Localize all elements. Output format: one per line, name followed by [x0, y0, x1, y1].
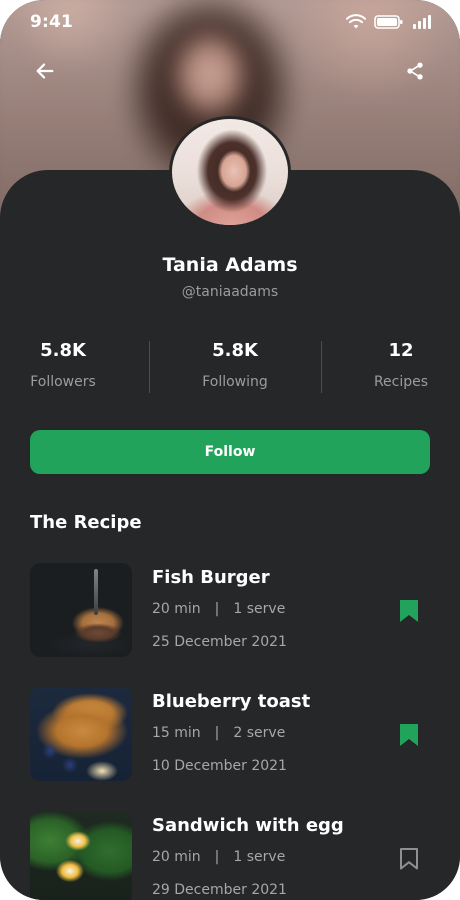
arrow-left-icon	[34, 60, 56, 86]
stat-following[interactable]: 5.8K Following	[160, 338, 310, 390]
meta-separator: |	[214, 725, 220, 741]
recipe-title[interactable]: Fish Burger	[152, 567, 270, 588]
phone-screen: 9:41 Tania Adams @taniaadams 5.8K Follow…	[0, 0, 460, 900]
share-button[interactable]	[402, 60, 428, 86]
stat-value: 12	[388, 340, 414, 361]
recipe-thumbnail[interactable]	[30, 811, 132, 900]
stat-value: 5.8K	[212, 340, 258, 361]
stat-label: Following	[202, 374, 268, 390]
battery-icon	[374, 14, 404, 34]
recipe-title[interactable]: Blueberry toast	[152, 691, 310, 712]
recipe-date: 10 December 2021	[152, 758, 287, 774]
top-navigation	[0, 60, 460, 92]
thumbnail-detail	[94, 569, 98, 615]
recipe-meta: 20 min | 1 serve	[152, 849, 285, 865]
stat-recipes[interactable]: 12 Recipes	[326, 338, 460, 390]
stat-label: Followers	[30, 374, 96, 390]
status-time: 9:41	[30, 12, 74, 32]
section-title: The Recipe	[30, 512, 142, 533]
recipe-serve: 2 serve	[233, 725, 286, 741]
recipe-item-sandwich-with-egg[interactable]: Sandwich with egg 20 min | 1 serve 29 De…	[30, 811, 430, 900]
recipe-date: 25 December 2021	[152, 634, 287, 650]
recipe-meta: 15 min | 2 serve	[152, 725, 285, 741]
avatar-photo	[172, 119, 288, 225]
profile-handle: @taniaadams	[181, 284, 279, 300]
recipe-date: 29 December 2021	[152, 882, 287, 898]
profile-avatar[interactable]	[169, 116, 291, 228]
signal-icon	[412, 14, 432, 34]
follow-button[interactable]: Follow	[30, 430, 430, 474]
recipe-thumbnail[interactable]	[30, 563, 132, 657]
status-icons	[346, 14, 432, 34]
bookmark-filled-icon	[398, 600, 420, 627]
share-icon	[405, 61, 425, 85]
recipe-time: 15 min	[152, 725, 201, 741]
bookmark-button[interactable]	[398, 723, 420, 747]
profile-name: Tania Adams	[162, 254, 298, 276]
stats-divider	[321, 341, 322, 393]
recipe-serve: 1 serve	[233, 601, 286, 617]
bookmark-button[interactable]	[398, 599, 420, 623]
meta-separator: |	[214, 849, 220, 865]
recipe-item-blueberry-toast[interactable]: Blueberry toast 15 min | 2 serve 10 Dece…	[30, 687, 430, 783]
recipe-meta: 20 min | 1 serve	[152, 601, 285, 617]
recipe-time: 20 min	[152, 601, 201, 617]
recipe-serve: 1 serve	[233, 849, 286, 865]
recipe-item-fish-burger[interactable]: Fish Burger 20 min | 1 serve 25 December…	[30, 563, 430, 659]
bookmark-button[interactable]	[398, 847, 420, 871]
stat-value: 5.8K	[40, 340, 86, 361]
meta-separator: |	[214, 601, 220, 617]
stats-divider	[149, 341, 150, 393]
recipe-thumbnail[interactable]	[30, 687, 132, 781]
profile-card	[0, 170, 460, 900]
stat-followers[interactable]: 5.8K Followers	[0, 338, 138, 390]
back-button[interactable]	[32, 60, 58, 86]
stat-label: Recipes	[373, 374, 429, 390]
bookmark-filled-icon	[398, 724, 420, 751]
status-bar: 9:41	[0, 0, 460, 48]
wifi-icon	[346, 14, 366, 34]
recipe-time: 20 min	[152, 849, 201, 865]
bookmark-outline-icon	[398, 848, 420, 875]
recipe-title[interactable]: Sandwich with egg	[152, 815, 344, 836]
profile-stats: 5.8K Followers 5.8K Following 12 Recipes	[0, 338, 460, 398]
